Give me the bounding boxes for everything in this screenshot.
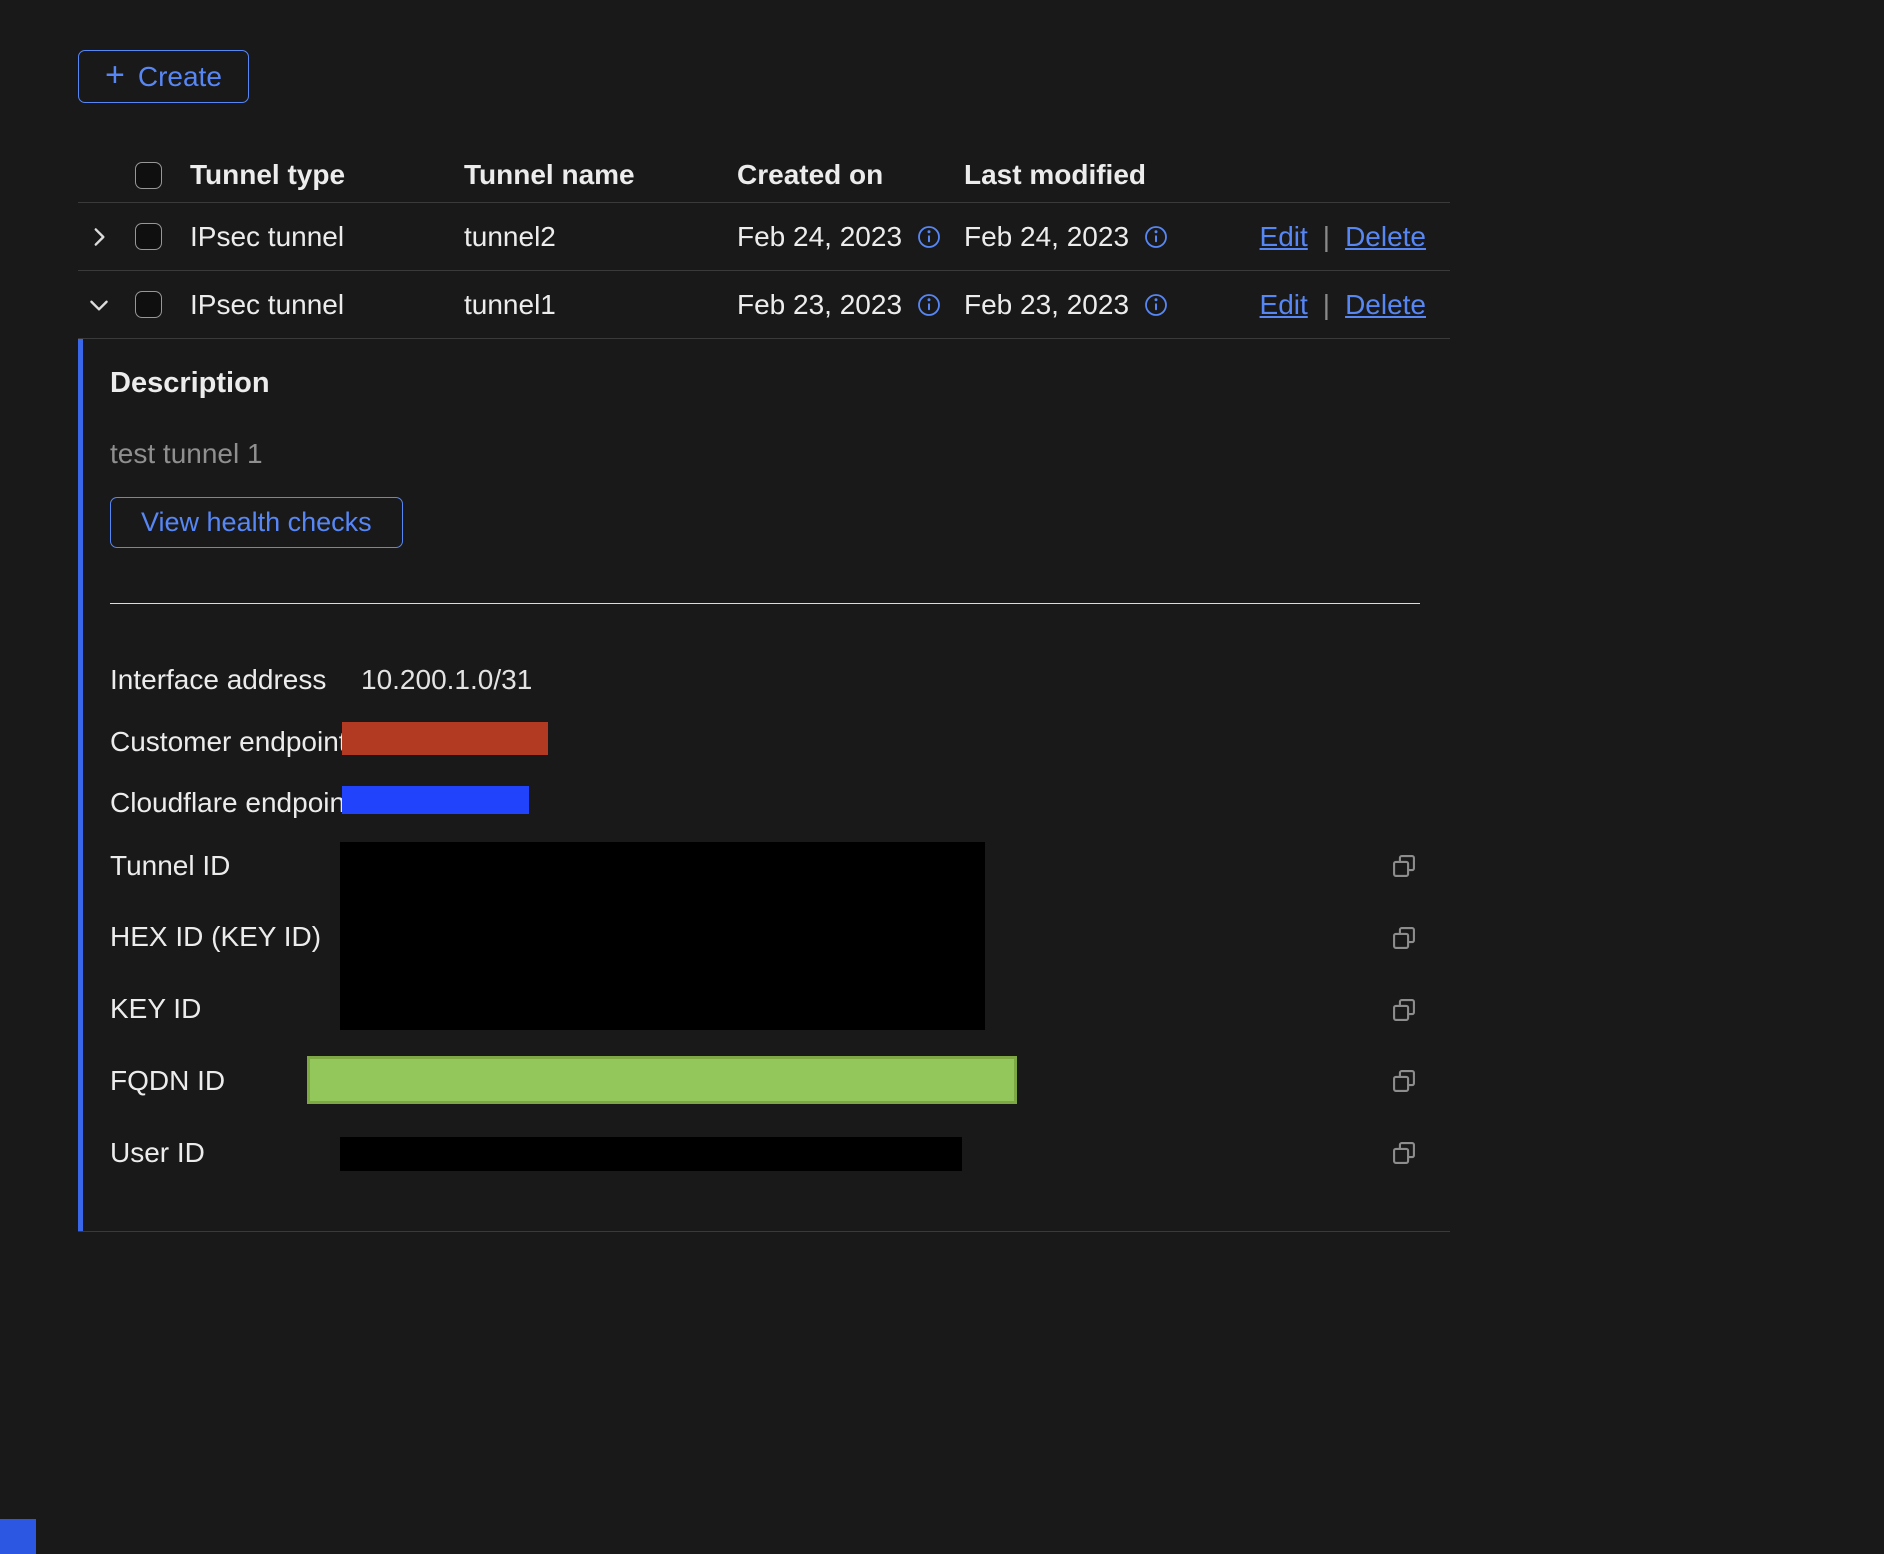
panel-divider [110,603,1420,604]
last-modified-cell: Feb 23, 2023 [964,289,1224,321]
customer-endpoint-redacted-value [342,722,548,755]
header-last-modified: Last modified [964,159,1224,191]
copy-icon[interactable] [1390,924,1418,952]
row-actions: Edit | Delete [1224,221,1450,253]
description-heading: Description [110,367,270,400]
tunnel-name-cell: tunnel2 [464,221,737,253]
created-on-cell: Feb 24, 2023 [737,221,964,253]
delete-link[interactable]: Delete [1345,221,1426,253]
row-checkbox[interactable] [135,291,162,318]
chevron-down-icon[interactable] [86,292,112,318]
description-text: test tunnel 1 [110,438,263,470]
copy-icon[interactable] [1390,852,1418,880]
last-modified-value: Feb 24, 2023 [964,221,1129,253]
tunnel1-expanded-panel: Description test tunnel 1 View health ch… [78,339,1450,1232]
copy-icon[interactable] [1390,996,1418,1024]
create-button-label: Create [138,61,222,93]
created-on-value: Feb 24, 2023 [737,221,902,253]
info-icon[interactable] [1144,293,1168,317]
action-separator: | [1323,221,1330,253]
last-modified-value: Feb 23, 2023 [964,289,1129,321]
edit-link[interactable]: Edit [1260,221,1308,253]
hex-id-label: HEX ID (KEY ID) [110,921,321,953]
user-id-label: User ID [110,1137,205,1169]
tunnels-table: Tunnel type Tunnel name Created on Last … [78,148,1450,1232]
fqdn-id-label: FQDN ID [110,1065,225,1097]
action-separator: | [1323,289,1330,321]
tunnel-id-hex-key-redacted-values [340,842,985,1030]
key-id-label: KEY ID [110,993,201,1025]
created-on-cell: Feb 23, 2023 [737,289,964,321]
tunnels-page: + Create Tunnel type Tunnel name Created… [78,0,1450,1232]
table-header-row: Tunnel type Tunnel name Created on Last … [78,148,1450,203]
cloudflare-endpoint-label: Cloudflare endpoint [110,787,353,819]
row-checkbox[interactable] [135,223,162,250]
header-checkbox-cell [135,162,190,189]
tunnel-type-cell: IPsec tunnel [190,289,464,321]
header-tunnel-type: Tunnel type [190,159,464,191]
interface-address-value: 10.200.1.0/31 [361,664,532,696]
copy-icon[interactable] [1390,1139,1418,1167]
last-modified-cell: Feb 24, 2023 [964,221,1224,253]
header-tunnel-name: Tunnel name [464,159,737,191]
header-created-on: Created on [737,159,964,191]
info-icon[interactable] [1144,225,1168,249]
view-health-checks-button[interactable]: View health checks [110,497,403,548]
delete-link[interactable]: Delete [1345,289,1426,321]
info-icon[interactable] [917,225,941,249]
info-icon[interactable] [917,293,941,317]
fqdn-id-redacted-value [307,1056,1017,1104]
tunnel-type-cell: IPsec tunnel [190,221,464,253]
cloudflare-endpoint-redacted-value [342,786,529,814]
bottom-left-accent-bar [0,1519,36,1554]
row-actions: Edit | Delete [1224,289,1450,321]
edit-link[interactable]: Edit [1260,289,1308,321]
copy-icon[interactable] [1390,1067,1418,1095]
created-on-value: Feb 23, 2023 [737,289,902,321]
tunnel-name-cell: tunnel1 [464,289,737,321]
tunnel-id-label: Tunnel ID [110,850,230,882]
interface-address-label: Interface address [110,664,326,696]
select-all-checkbox[interactable] [135,162,162,189]
user-id-redacted-value [340,1137,962,1171]
plus-icon: + [105,58,125,92]
table-row-tunnel1: IPsec tunnel tunnel1 Feb 23, 2023 Feb 23… [78,271,1450,339]
customer-endpoint-label: Customer endpoint [110,726,347,758]
create-button[interactable]: + Create [78,50,249,103]
chevron-right-icon[interactable] [86,224,112,250]
expanded-panel-accent-bar [78,339,83,1231]
table-row-tunnel2: IPsec tunnel tunnel2 Feb 24, 2023 Feb 24… [78,203,1450,271]
